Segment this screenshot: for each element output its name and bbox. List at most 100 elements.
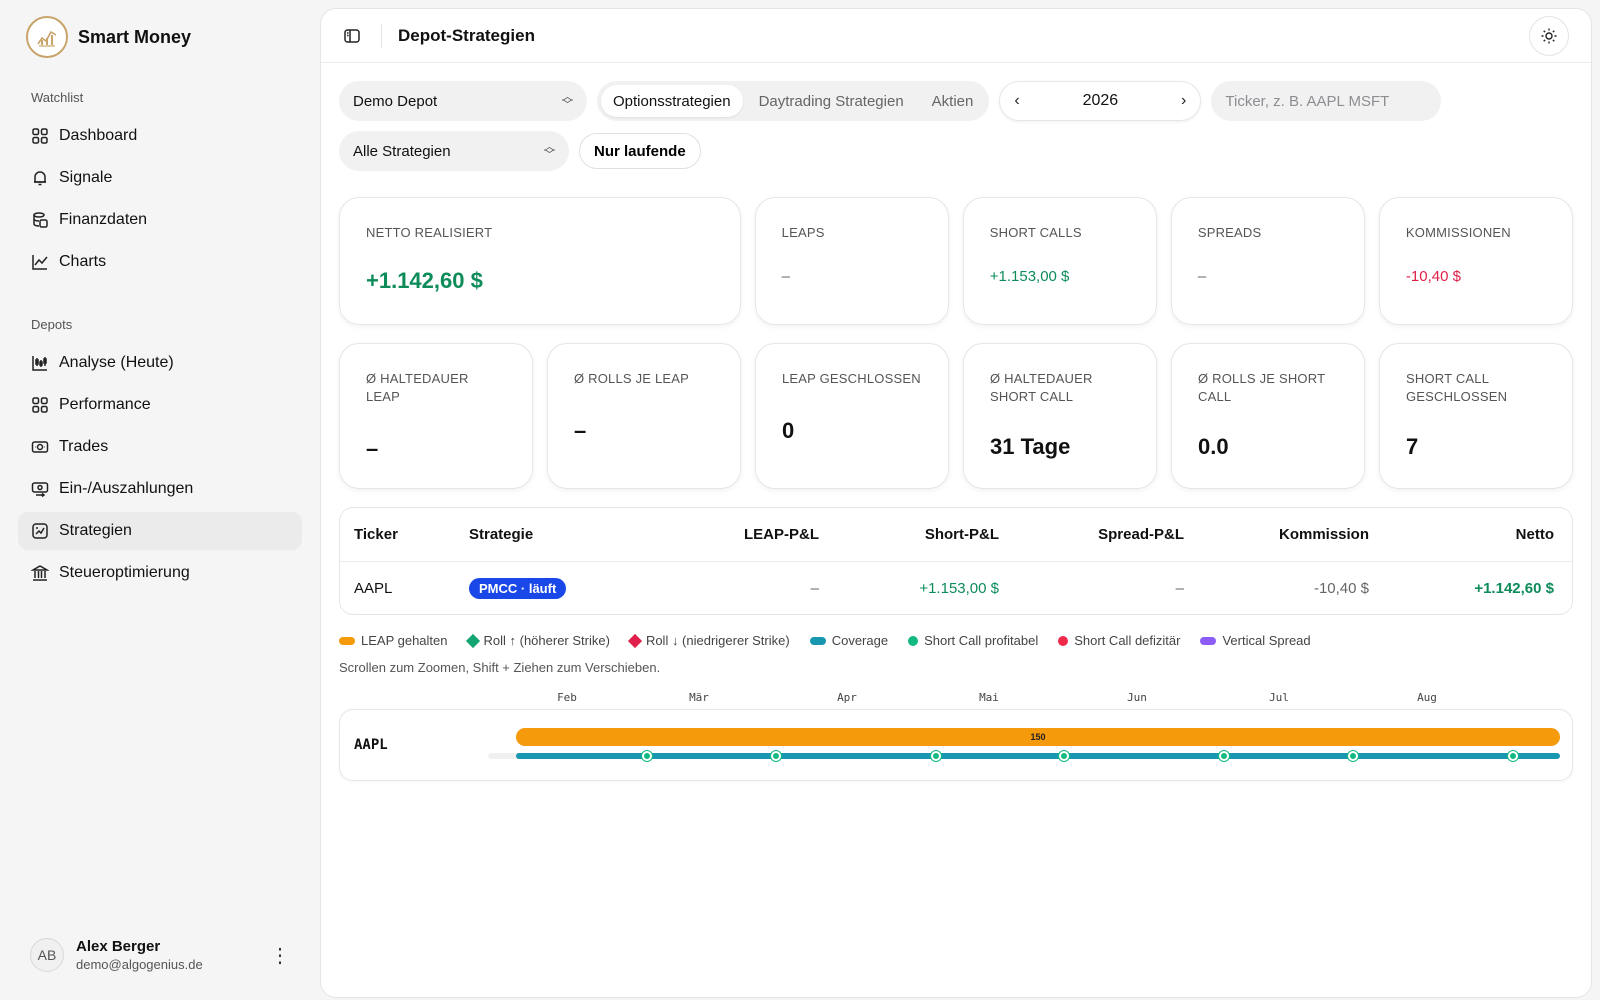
ticker-search-input[interactable] bbox=[1211, 81, 1442, 121]
cell-kommission: -10,40 $ bbox=[1313, 579, 1369, 597]
stat-value: – bbox=[574, 418, 587, 443]
year-value: 2026 bbox=[1082, 92, 1119, 109]
stat-value: 0 bbox=[782, 418, 795, 443]
sidebar-item-label: Finanzdaten bbox=[59, 211, 148, 228]
leap-swatch bbox=[339, 636, 355, 645]
logo-icon bbox=[26, 16, 68, 58]
coverage-swatch bbox=[809, 636, 826, 645]
chevron-right-icon[interactable]: › bbox=[1181, 92, 1186, 110]
user-name: Alex Berger bbox=[76, 938, 161, 955]
short-call-marker[interactable] bbox=[931, 751, 941, 761]
cell-spread-pl: – bbox=[1175, 579, 1184, 597]
sidebar-item-label: Trades bbox=[59, 438, 109, 455]
legend-item-coverage: Coverage bbox=[809, 633, 888, 648]
column-header-spread-pl[interactable]: Spread-P&L bbox=[999, 526, 1184, 543]
more-vertical-icon[interactable]: ⋮ bbox=[270, 943, 290, 968]
tab-daytrading-strategien[interactable]: Daytrading Strategien bbox=[747, 85, 916, 117]
short-call-marker[interactable] bbox=[1348, 751, 1358, 761]
short-call-marker[interactable] bbox=[1059, 751, 1069, 761]
short-call-marker[interactable] bbox=[771, 751, 781, 761]
sidebar-item-dashboard[interactable]: Dashboard bbox=[18, 117, 302, 155]
stat-value: 7 bbox=[1406, 434, 1419, 459]
sidebar-item-performance[interactable]: Performance bbox=[18, 386, 302, 424]
depots-nav: Analyse (Heute) Performance Trades Ein-/… bbox=[18, 344, 302, 592]
running-only-button[interactable]: Nur laufende bbox=[579, 133, 701, 169]
legend-item-roll-up: Roll ↑ (höherer Strike) bbox=[465, 633, 610, 648]
column-header-ticker[interactable]: Ticker bbox=[354, 526, 469, 543]
timeline-legend: LEAP gehalten Roll ↑ (höherer Strike) Ro… bbox=[339, 633, 1573, 648]
leap-bar[interactable]: 150 bbox=[516, 728, 1560, 746]
sidebar-item-label: Charts bbox=[59, 253, 107, 270]
bank-icon bbox=[31, 565, 49, 581]
sidebar-item-finanzdaten[interactable]: Finanzdaten bbox=[18, 201, 302, 239]
legend-item-vertical-spread: Vertical Spread bbox=[1200, 633, 1311, 648]
depot-select[interactable]: Demo Depot ︿ ﹀ bbox=[339, 81, 587, 121]
bell-icon bbox=[34, 171, 46, 186]
stat-card-kommissionen: Kommissionen -10,40 $ bbox=[1378, 197, 1573, 325]
brand[interactable]: Smart Money bbox=[18, 16, 302, 58]
stat-value: +1.142,60 $ bbox=[366, 268, 483, 293]
money-icon bbox=[31, 441, 49, 453]
stat-card-short-calls: Short Calls +1.153,00 $ bbox=[962, 197, 1157, 325]
timeline-month-axis: Feb Mär Apr Mai Jun Jul Aug bbox=[339, 683, 1573, 705]
stat-card-short-call-geschlossen: Short Call geschlossen 7 bbox=[1379, 343, 1573, 489]
stat-value: -10,40 $ bbox=[1405, 268, 1461, 285]
short-call-marker[interactable] bbox=[1508, 751, 1518, 761]
stats-row-1: Netto realisiert +1.142,60 $ LEAPs – Sho… bbox=[339, 197, 1573, 325]
month-label: Mär bbox=[689, 691, 709, 704]
topbar: Depot-Strategien bbox=[321, 9, 1591, 63]
strategy-status-badge: PMCC · läuft bbox=[469, 577, 567, 599]
legend-label: Short Call defizitär bbox=[1074, 633, 1181, 648]
column-header-netto[interactable]: Netto bbox=[1369, 526, 1554, 543]
filter-row-2: Alle Strategien ︿ ﹀ Nur laufende bbox=[339, 131, 1573, 171]
month-label: Mai bbox=[979, 691, 999, 704]
theme-toggle-button[interactable] bbox=[1529, 15, 1569, 56]
column-header-kommission[interactable]: Kommission bbox=[1184, 526, 1369, 543]
stat-card-haltedauer-short-call: Ø Haltedauer Short Call 31 Tage bbox=[963, 343, 1157, 489]
strategy-timeline[interactable]: AAPL 150 bbox=[339, 709, 1573, 781]
coverage-bar[interactable] bbox=[516, 753, 1560, 759]
legend-label: Vertical Spread bbox=[1222, 633, 1311, 648]
sidebar-item-steueroptimierung[interactable]: Steueroptimierung bbox=[18, 554, 302, 592]
diamond-icon bbox=[465, 633, 480, 648]
stat-value: – bbox=[1197, 268, 1207, 285]
column-header-leap-pl[interactable]: LEAP-P&L bbox=[639, 526, 819, 543]
sidebar-item-signale[interactable]: Signale bbox=[18, 159, 302, 197]
sidebar-item-label: Signale bbox=[59, 169, 113, 186]
table-row[interactable]: AAPL PMCC · läuft – +1.153,00 $ – -10,40… bbox=[340, 562, 1572, 614]
timeline-track: 150 bbox=[488, 728, 1560, 764]
month-label: Jun bbox=[1127, 691, 1147, 704]
sidebar-toggle-icon[interactable] bbox=[343, 27, 361, 45]
sidebar-item-charts[interactable]: Charts bbox=[18, 243, 302, 281]
stat-card-leaps: LEAPs – bbox=[754, 197, 949, 325]
stat-card-spreads: Spreads – bbox=[1170, 197, 1365, 325]
sidebar-item-strategien[interactable]: Strategien bbox=[18, 512, 302, 550]
stat-label: Ø Haltedauer Short Call bbox=[990, 371, 1093, 404]
column-header-strategie[interactable]: Strategie bbox=[469, 526, 639, 543]
column-header-short-pl[interactable]: Short-P&L bbox=[819, 526, 999, 543]
stat-card-haltedauer-leap: Ø Haltedauer LEAP – bbox=[339, 343, 533, 489]
legend-label: Short Call profitabel bbox=[924, 633, 1039, 648]
stat-value: – bbox=[366, 436, 379, 461]
chevron-left-icon[interactable]: ‹ bbox=[1014, 92, 1019, 110]
dot-icon bbox=[1058, 635, 1069, 646]
app-name: Smart Money bbox=[78, 26, 192, 47]
user-email: demo@algogenius.de bbox=[76, 957, 203, 972]
sidebar-item-ein-auszahlungen[interactable]: Ein-/Auszahlungen bbox=[18, 470, 302, 508]
stat-label: Spreads bbox=[1197, 225, 1262, 240]
content: Demo Depot ︿ ﹀ Optionsstrategien Daytradi… bbox=[321, 63, 1591, 781]
stat-card-rolls-leap: Ø Rolls je LEAP – bbox=[547, 343, 741, 489]
sidebar-item-label: Dashboard bbox=[59, 127, 138, 144]
user-profile[interactable]: AB Alex Berger demo@algogenius.de ⋮ bbox=[30, 938, 290, 972]
tab-aktien[interactable]: Aktien bbox=[920, 85, 986, 117]
short-call-marker[interactable] bbox=[1219, 751, 1229, 761]
timeline-ticker: AAPL bbox=[354, 737, 388, 753]
short-call-marker[interactable] bbox=[642, 751, 652, 761]
strategy-select[interactable]: Alle Strategien ︿ ﹀ bbox=[339, 131, 569, 171]
chevron-up-down-icon: ︿ ﹀ bbox=[544, 141, 555, 161]
legend-label: LEAP gehalten bbox=[361, 633, 448, 648]
sidebar-item-analyse[interactable]: Analyse (Heute) bbox=[18, 344, 302, 382]
tab-optionsstrategien[interactable]: Optionsstrategien bbox=[601, 85, 743, 117]
depot-select-value: Demo Depot bbox=[353, 92, 438, 110]
sidebar-item-trades[interactable]: Trades bbox=[18, 428, 302, 466]
